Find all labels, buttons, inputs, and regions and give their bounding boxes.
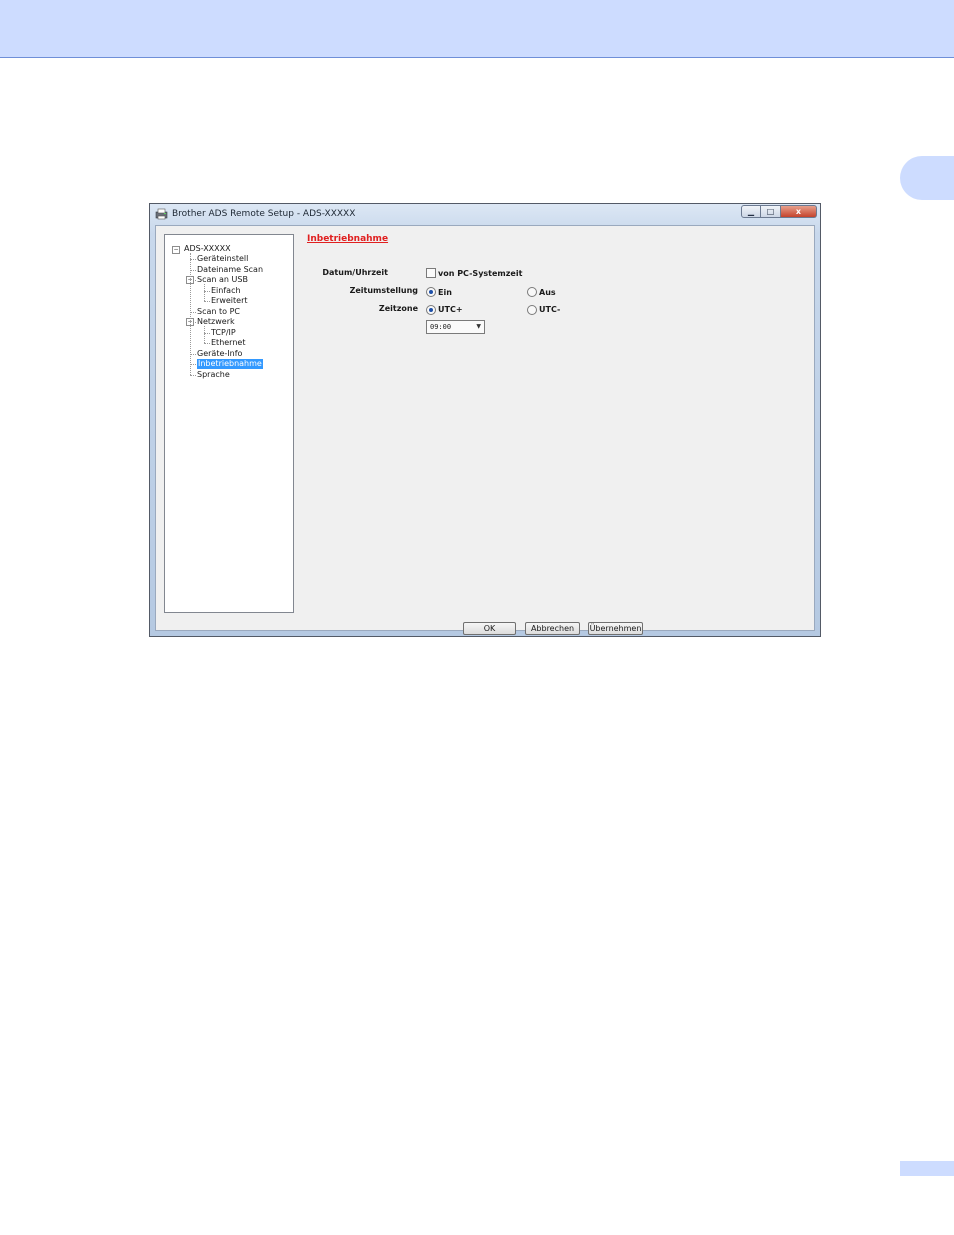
tree-item[interactable]: Inbetriebnahme [197, 359, 263, 369]
timezone-offset-value: 09:00 [430, 323, 452, 331]
cancel-button[interactable]: Abbrechen [525, 622, 580, 635]
settings-tree[interactable]: − ADS-XXXXX Geräteinstell Dateiname Scan −… [164, 234, 294, 613]
dst-on-label: Ein [438, 288, 452, 297]
utc-minus-label: UTC- [539, 305, 561, 314]
page-number-tab [900, 1161, 954, 1176]
tree-item[interactable]: Dateiname Scan [197, 265, 263, 275]
close-button[interactable]: x [781, 205, 817, 218]
window-title: Brother ADS Remote Setup - ADS-XXXXX [172, 209, 356, 219]
pc-time-checkbox-label: von PC-Systemzeit [438, 269, 523, 278]
date-time-label: Datum/Uhrzeit [322, 268, 388, 277]
chevron-down-icon: ▼ [476, 323, 481, 330]
tree-connector [190, 374, 196, 376]
tree-guide [204, 326, 205, 343]
tree-item[interactable]: Ethernet [211, 338, 245, 348]
maximize-button[interactable]: □ [761, 205, 781, 218]
title-bar[interactable]: Brother ADS Remote Setup - ADS-XXXXX ▁ □… [150, 204, 820, 225]
utc-plus-radio[interactable] [426, 305, 436, 315]
window-controls: ▁ □ x [741, 205, 817, 219]
tree-item[interactable]: Scan to PC [197, 307, 240, 317]
tree-guide [190, 253, 191, 375]
utc-plus-label: UTC+ [438, 305, 463, 314]
tree-item[interactable]: Geräte-Info [197, 349, 242, 359]
tree-item[interactable]: Einfach [211, 286, 241, 296]
minimize-button[interactable]: ▁ [741, 205, 761, 218]
remote-setup-window: Brother ADS Remote Setup - ADS-XXXXX ▁ □… [149, 203, 821, 637]
apply-button[interactable]: Übernehmen [588, 622, 643, 635]
printer-app-icon [155, 208, 168, 220]
tree-item[interactable]: Sprache [197, 370, 230, 380]
pc-time-checkbox[interactable] [426, 268, 436, 278]
timezone-offset-select[interactable]: 09:00 ▼ [426, 320, 485, 334]
maximize-icon: □ [766, 207, 775, 216]
ok-button[interactable]: OK [463, 622, 516, 635]
tree-item[interactable]: TCP/IP [211, 328, 236, 338]
minimize-icon: ▁ [747, 207, 755, 216]
tree-root-expander[interactable]: − [172, 246, 180, 254]
collapse-icon: − [173, 246, 179, 253]
tree-item[interactable]: Netzwerk [197, 317, 235, 327]
tree-guide [204, 284, 205, 301]
chapter-tab [900, 156, 954, 200]
dialog-client-area: − ADS-XXXXX Geräteinstell Dateiname Scan −… [155, 225, 815, 635]
tree-item[interactable]: Geräteinstell [197, 254, 248, 264]
close-icon: x [795, 207, 802, 216]
utc-minus-radio[interactable] [527, 305, 537, 315]
dst-label: Zeitumstellung [349, 286, 418, 295]
dst-on-radio[interactable] [426, 287, 436, 297]
timezone-label: Zeitzone [378, 304, 418, 313]
tree-item[interactable]: Erweitert [211, 296, 248, 306]
dst-off-label: Aus [539, 288, 556, 297]
tree-connector [204, 343, 210, 344]
section-title: Inbetriebnahme [307, 234, 389, 244]
page-header-band [0, 0, 954, 58]
dst-off-radio[interactable] [527, 287, 537, 297]
tree-connector [204, 301, 210, 302]
